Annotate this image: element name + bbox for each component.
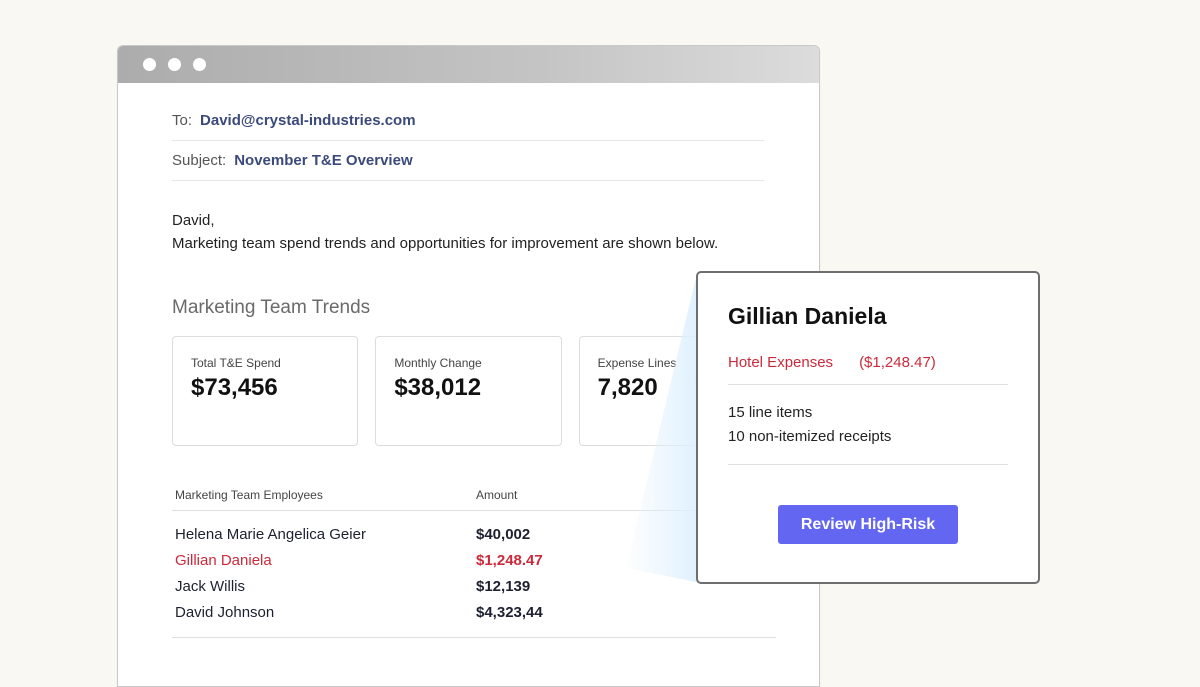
stat-card-label: Total T&E Spend: [191, 356, 281, 370]
stat-card-total-spend: Total T&E Spend $73,456: [172, 336, 359, 446]
to-label: To:: [172, 112, 193, 129]
popup-details: 15 line items 10 non-itemized receipts: [728, 401, 1008, 465]
window-dot-close[interactable]: [143, 58, 156, 71]
table-row[interactable]: David Johnson $4,323,44: [172, 599, 776, 625]
to-value[interactable]: David@crystal-industries.com: [200, 112, 416, 129]
table-row[interactable]: Jack Willis $12,139: [172, 573, 776, 599]
stat-card-value: $73,456: [191, 374, 278, 401]
subject-label: Subject:: [172, 152, 227, 169]
table-row-highlighted[interactable]: Gillian Daniela $1,248.47: [172, 547, 776, 573]
window-titlebar: [118, 46, 819, 83]
body-text: Marketing team spend trends and opportun…: [172, 235, 719, 252]
subject-value[interactable]: November T&E Overview: [234, 152, 412, 169]
employees-table: Marketing Team Employees Amount Helena M…: [172, 480, 776, 638]
window-dot-maximize[interactable]: [193, 58, 206, 71]
popup-expense-type: Hotel Expenses: [728, 354, 834, 371]
stat-card-monthly-change: Monthly Change $38,012: [375, 336, 562, 446]
header-employees: Marketing Team Employees: [175, 488, 323, 502]
review-high-risk-button[interactable]: Review High-Risk: [778, 505, 958, 544]
header-amount: Amount: [476, 488, 518, 502]
section-title: Marketing Team Trends: [172, 297, 371, 318]
table-body: Helena Marie Angelica Geier $40,002 Gill…: [172, 511, 776, 638]
popup-employee-name: Gillian Daniela: [728, 303, 887, 329]
window-dot-minimize[interactable]: [168, 58, 181, 71]
popup-line-items: 15 line items: [728, 404, 813, 421]
employee-amount: $12,139: [476, 577, 531, 595]
subject-row: Subject: November T&E Overview: [172, 141, 764, 181]
employee-amount: $4,323,44: [476, 603, 543, 621]
table-row[interactable]: Helena Marie Angelica Geier $40,002: [172, 521, 776, 547]
employee-amount: $40,002: [476, 525, 531, 543]
stat-card-label: Monthly Change: [394, 356, 482, 370]
popup-receipts: 10 non-itemized receipts: [728, 428, 892, 445]
to-row: To: David@crystal-industries.com: [172, 101, 764, 141]
employee-detail-popup: Gillian Daniela Hotel Expenses ($1,248.4…: [696, 271, 1040, 584]
employee-amount: $1,248.47: [476, 551, 543, 569]
stat-card-value: $38,012: [394, 374, 482, 401]
popup-expense-row: Hotel Expenses ($1,248.47): [728, 354, 1008, 385]
greeting-text: David,: [172, 212, 215, 229]
employee-name: Helena Marie Angelica Geier: [175, 525, 366, 543]
stat-cards: Total T&E Spend $73,456 Monthly Change $…: [172, 336, 765, 446]
employee-name: Jack Willis: [175, 577, 245, 595]
table-header: Marketing Team Employees Amount: [172, 480, 776, 511]
employee-name: David Johnson: [175, 603, 275, 621]
employee-name: Gillian Daniela: [175, 551, 272, 569]
email-body: David, Marketing team spend trends and o…: [172, 209, 765, 255]
popup-expense-amount: ($1,248.47): [859, 354, 936, 371]
